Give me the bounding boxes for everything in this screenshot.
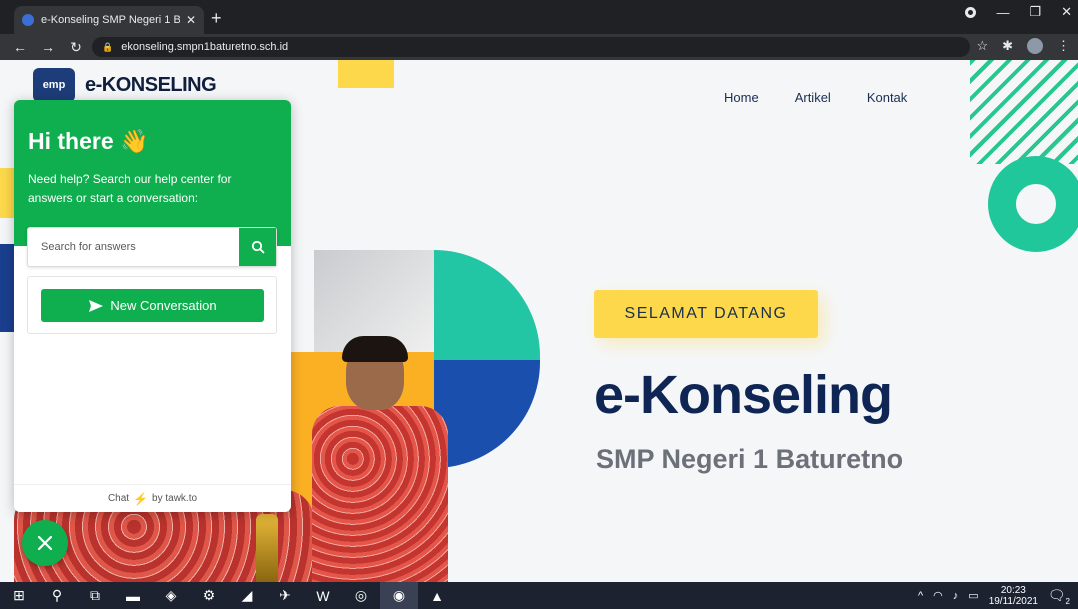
decor-stripes — [970, 60, 1078, 164]
school-seal-icon: emp — [33, 68, 75, 102]
restore-icon[interactable]: ❐ — [1029, 4, 1041, 20]
lock-icon: 🔒 — [102, 41, 114, 52]
main-nav: Home Artikel Kontak — [724, 90, 907, 105]
system-clock[interactable]: 20:23 19/11/2021 — [989, 585, 1038, 607]
hero-title: e-Konseling — [594, 365, 893, 425]
chrome-icon[interactable]: ◉ — [380, 582, 418, 609]
chat-widget-panel: Hi there 👋 Need help? Search our help ce… — [14, 100, 291, 512]
student-photo — [312, 336, 448, 582]
help-search-box — [27, 227, 277, 267]
bolt-icon: ⚡ — [133, 491, 149, 506]
bookmark-star-icon[interactable]: ☆ — [976, 38, 988, 54]
logo-text: e-KONSELING — [85, 73, 217, 96]
decor-ring — [988, 156, 1078, 252]
wifi-icon[interactable]: ◠ — [933, 589, 943, 602]
nav-artikel[interactable]: Artikel — [795, 90, 831, 105]
new-conversation-card: New Conversation — [27, 276, 277, 334]
app-icon[interactable]: ◢ — [228, 582, 266, 609]
hero-badge: SELAMAT DATANG — [594, 290, 818, 338]
decor-yellow-block — [338, 60, 394, 88]
volume-icon[interactable]: ♪ — [953, 590, 959, 602]
window-controls: — ❐ ✕ — [965, 4, 1072, 20]
chat-widget-footer[interactable]: Chat ⚡ by tawk.to — [14, 484, 291, 512]
nav-home[interactable]: Home — [724, 90, 759, 105]
send-icon — [89, 299, 104, 312]
target-app-icon[interactable]: ◎ — [342, 582, 380, 609]
chevron-up-icon[interactable]: ^ — [918, 590, 923, 602]
new-conversation-label: New Conversation — [110, 298, 217, 313]
page-viewport: emp e-KONSELING Home Artikel Kontak SELA… — [0, 60, 1078, 582]
new-conversation-button[interactable]: New Conversation — [41, 289, 264, 322]
os-taskbar: ⊞ ⚲ ⧉ ▬ ◈ ⚙ ◢ ✈ W ◎ ◉ ▲ ^ ◠ ♪ ▭ 20:23 19… — [0, 582, 1078, 609]
wave-hand-icon: 👋 — [120, 128, 149, 154]
profile-avatar-icon[interactable] — [1027, 38, 1043, 54]
forward-arrow-icon[interactable]: → — [40, 39, 56, 55]
help-search-input[interactable] — [28, 228, 238, 266]
close-icon — [37, 535, 53, 551]
nav-kontak[interactable]: Kontak — [867, 90, 907, 105]
decor-blue-quarter — [434, 360, 540, 468]
decor-left-blue — [0, 244, 14, 332]
site-logo[interactable]: emp e-KONSELING — [33, 68, 217, 102]
tab-title: e-Konseling SMP Negeri 1 Baturetno — [41, 14, 180, 26]
search-icon[interactable]: ⚲ — [38, 582, 76, 609]
system-tray: ^ ◠ ♪ ▭ 20:23 19/11/2021 — [918, 582, 1038, 609]
file-explorer-icon[interactable]: ▬ — [114, 582, 152, 609]
address-toolbar: ← → ↻ 🔒 ekonseling.smpn1baturetno.sch.id… — [0, 34, 1078, 60]
toolbar-actions: ☆ ✱ ⋮ — [976, 38, 1070, 54]
url-text: ekonseling.smpn1baturetno.sch.id — [121, 41, 289, 53]
settings-gear-icon[interactable]: ⚙ — [190, 582, 228, 609]
windows-start-icon[interactable]: ⊞ — [0, 582, 38, 609]
search-icon — [251, 240, 264, 254]
task-view-icon[interactable]: ⧉ — [76, 582, 114, 609]
photos-icon[interactable]: ▲ — [418, 582, 456, 609]
new-tab-icon[interactable]: + — [211, 8, 222, 29]
help-search-button[interactable] — [239, 228, 276, 266]
site-favicon-icon — [22, 14, 34, 26]
decor-teal-quarter — [434, 250, 540, 360]
hero-subtitle: SMP Negeri 1 Baturetno — [596, 444, 904, 474]
more-menu-icon[interactable]: ⋮ — [1057, 38, 1070, 54]
chat-description: Need help? Search our help center for an… — [28, 172, 232, 205]
chat-close-button[interactable] — [22, 520, 68, 566]
omnibox[interactable]: 🔒 ekonseling.smpn1baturetno.sch.id — [92, 37, 970, 57]
back-arrow-icon[interactable]: ← — [12, 39, 28, 55]
battery-icon[interactable]: ▭ — [968, 589, 978, 602]
record-icon[interactable] — [965, 6, 977, 18]
close-window-icon[interactable]: ✕ — [1061, 4, 1072, 20]
close-tab-icon[interactable]: ✕ — [186, 13, 196, 27]
minimize-icon[interactable]: — — [996, 5, 1009, 20]
trophy-image — [256, 514, 278, 582]
shield-app-icon[interactable]: ◈ — [152, 582, 190, 609]
chat-widget-header: Hi there 👋 Need help? Search our help ce… — [14, 100, 291, 246]
browser-tab[interactable]: e-Konseling SMP Negeri 1 Baturetno ✕ — [14, 6, 204, 34]
decor-left-yellow — [0, 168, 14, 218]
notification-center-icon[interactable]: 🗨2 — [1048, 587, 1070, 606]
network-app-icon[interactable]: ✈ — [266, 582, 304, 609]
reload-icon[interactable]: ↻ — [68, 39, 84, 56]
word-icon[interactable]: W — [304, 582, 342, 609]
extensions-icon[interactable]: ✱ — [1002, 38, 1013, 54]
chat-greeting: Hi there 👋 — [28, 128, 149, 154]
browser-tab-strip: e-Konseling SMP Negeri 1 Baturetno ✕ + —… — [0, 0, 1078, 34]
